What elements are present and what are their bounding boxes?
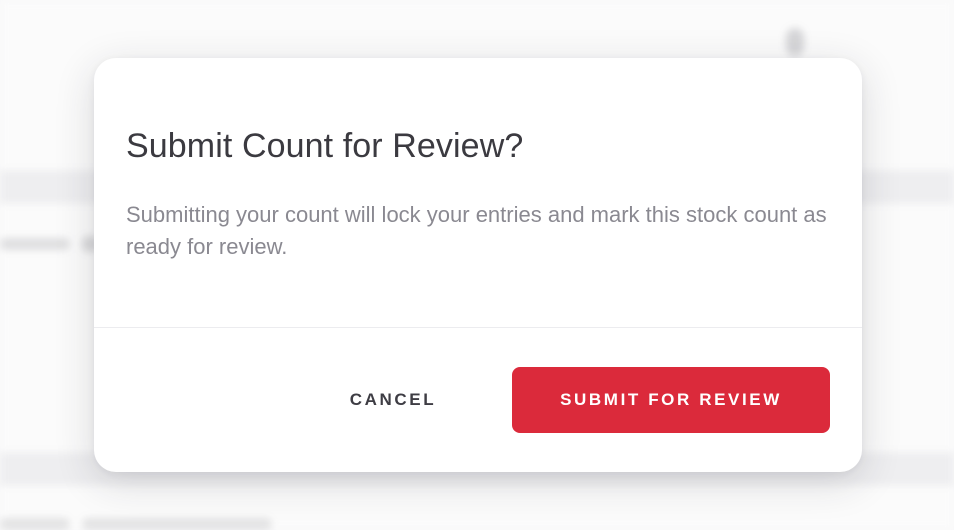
dialog-message: Submitting your count will lock your ent… [126,202,827,259]
dialog-divider [94,327,862,328]
dialog-title: Submit Count for Review? [126,127,524,165]
submit-for-review-button[interactable]: SUBMIT FOR REVIEW [512,367,830,433]
confirm-dialog: Submit Count for Review? Submitting your… [94,58,862,472]
cancel-button[interactable]: CANCEL [314,367,472,433]
